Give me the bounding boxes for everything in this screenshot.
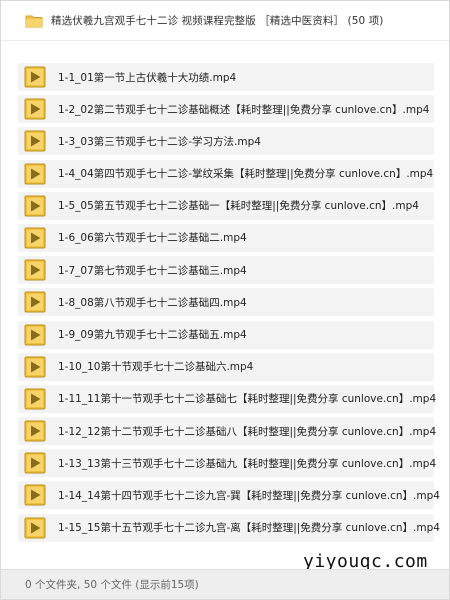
video-file-icon	[24, 517, 46, 539]
video-file-icon	[24, 484, 46, 506]
video-file-icon	[24, 66, 46, 88]
file-row[interactable]: 1-9_09第九节观手七十二诊基础五.mp4	[18, 320, 434, 349]
file-name: 1-12_12第十二节观手七十二诊基础八【耗时整理||免费分享 cunlove.…	[58, 425, 437, 438]
video-file-icon	[24, 324, 46, 346]
video-file-icon	[24, 163, 46, 185]
video-file-icon	[24, 227, 46, 249]
file-name: 1-8_08第八节观手七十二诊基础四.mp4	[58, 296, 247, 309]
file-name: 1-13_13第十三节观手七十二诊基础九【耗时整理||免费分享 cunlove.…	[58, 457, 437, 470]
file-list: 1-1_01第一节上古伏羲十大功绩.mp4 1-2_02第二节观手七十二诊基础概述…	[18, 63, 440, 546]
file-name: 1-2_02第二节观手七十二诊基础概述【耗时整理||免费分享 cunlove.c…	[58, 103, 430, 116]
file-row[interactable]: 1-11_11第十一节观手七十二诊基础七【耗时整理||免费分享 cunlove.…	[18, 384, 437, 413]
file-row[interactable]: 1-12_12第十二节观手七十二诊基础八【耗时整理||免费分享 cunlove.…	[18, 417, 437, 446]
folder-title: 精选伏羲九宫观手七十二诊 视频课程完整版 ［精选中医资料］ (50 项)	[51, 15, 384, 27]
file-row[interactable]: 1-7_07第七节观手七十二诊基础三.mp4	[18, 256, 434, 285]
file-name: 1-15_15第十五节观手七十二诊九宫-离【耗时整理||免费分享 cunlove…	[58, 522, 440, 535]
file-row[interactable]: 1-14_14第十四节观手七十二诊九宫-巽【耗时整理||免费分享 cunlove…	[18, 481, 440, 510]
file-row[interactable]: 1-8_08第八节观手七十二诊基础四.mp4	[18, 288, 434, 317]
video-file-icon	[24, 356, 46, 378]
file-list-window: 精选伏羲九宫观手七十二诊 视频课程完整版 ［精选中医资料］ (50 项) 1-1…	[0, 0, 450, 600]
file-row[interactable]: 1-13_13第十三节观手七十二诊基础九【耗时整理||免费分享 cunlove.…	[18, 449, 437, 478]
file-name: 1-4_04第四节观手七十二诊-掌纹采集【耗时整理||免费分享 cunlove.…	[58, 168, 434, 181]
video-file-icon	[24, 420, 46, 442]
file-row[interactable]: 1-2_02第二节观手七十二诊基础概述【耗时整理||免费分享 cunlove.c…	[18, 95, 434, 124]
status-text: 0 个文件夹, 50 个文件 (显示前15项)	[25, 579, 199, 591]
video-file-icon	[24, 259, 46, 281]
folder-icon	[25, 14, 43, 28]
file-row[interactable]: 1-5_05第五节观手七十二诊基础一【耗时整理||免费分享 cunlove.cn…	[18, 191, 434, 220]
file-name: 1-10_10第十节观手七十二诊基础六.mp4	[58, 361, 254, 374]
file-name: 1-9_09第九节观手七十二诊基础五.mp4	[58, 329, 247, 341]
file-name: 1-1_01第一节上古伏羲十大功绩.mp4	[58, 71, 237, 84]
file-row[interactable]: 1-6_06第六节观手七十二诊基础二.mp4	[18, 223, 434, 252]
folder-header: 精选伏羲九宫观手七十二诊 视频课程完整版 ［精选中医资料］ (50 项)	[1, 1, 449, 41]
video-file-icon	[24, 195, 46, 217]
video-file-icon	[24, 130, 46, 152]
file-name: 1-3_03第三节观手七十二诊-学习方法.mp4	[58, 135, 261, 148]
file-row[interactable]: 1-10_10第十节观手七十二诊基础六.mp4	[18, 352, 434, 381]
file-row[interactable]: 1-15_15第十五节观手七十二诊九宫-离【耗时整理||免费分享 cunlove…	[18, 513, 440, 542]
file-row[interactable]: 1-4_04第四节观手七十二诊-掌纹采集【耗时整理||免费分享 cunlove.…	[18, 159, 434, 188]
file-name: 1-14_14第十四节观手七十二诊九宫-巽【耗时整理||免费分享 cunlove…	[58, 489, 440, 502]
video-file-icon	[24, 98, 46, 120]
file-name: 1-6_06第六节观手七十二诊基础二.mp4	[58, 232, 247, 245]
video-file-icon	[24, 388, 46, 410]
file-row[interactable]: 1-1_01第一节上古伏羲十大功绩.mp4	[18, 63, 434, 91]
video-file-icon	[24, 452, 46, 474]
file-name: 1-11_11第十一节观手七十二诊基础七【耗时整理||免费分享 cunlove.…	[58, 393, 437, 406]
status-bar: 0 个文件夹, 50 个文件 (显示前15项)	[1, 569, 449, 599]
file-name: 1-5_05第五节观手七十二诊基础一【耗时整理||免费分享 cunlove.cn…	[58, 200, 419, 213]
file-row[interactable]: 1-3_03第三节观手七十二诊-学习方法.mp4	[18, 127, 434, 156]
video-file-icon	[24, 291, 46, 313]
file-name: 1-7_07第七节观手七十二诊基础三.mp4	[58, 264, 247, 277]
